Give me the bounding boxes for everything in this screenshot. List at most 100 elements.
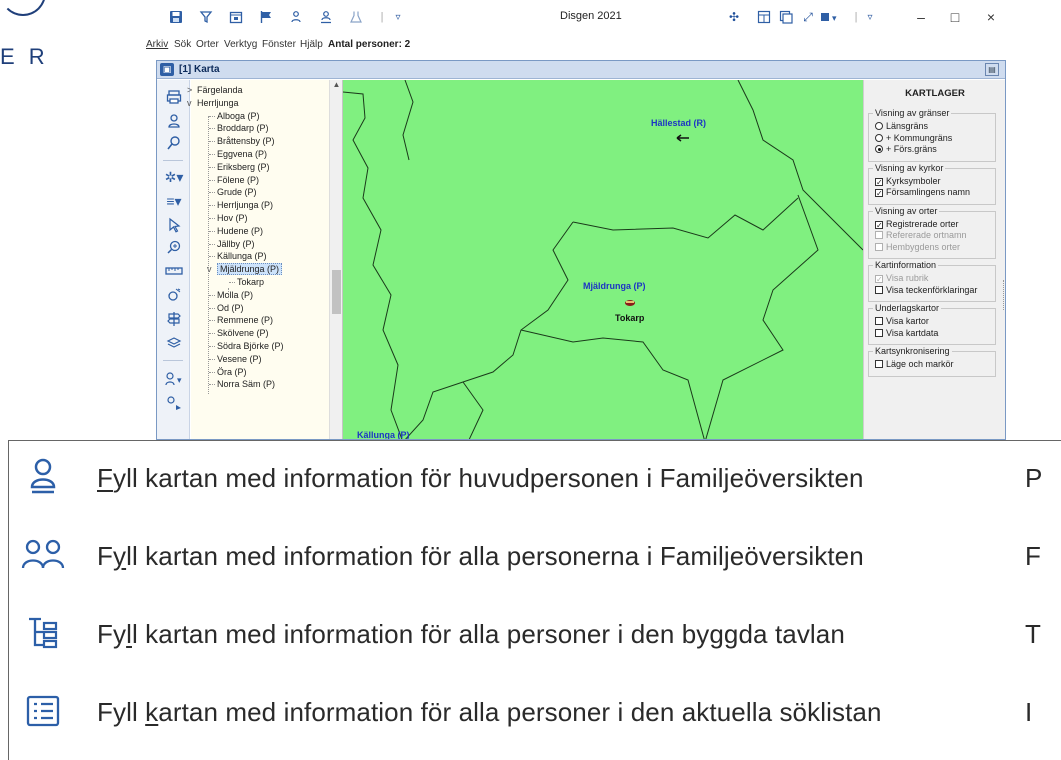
customize-chevron-icon[interactable]: ▿ (388, 8, 408, 26)
tree-item[interactable]: Vesene (P) (209, 353, 262, 365)
radio-option[interactable]: + Kommungräns (875, 133, 952, 144)
radio-option[interactable]: Länsgräns (875, 121, 928, 132)
signpost-icon[interactable] (162, 308, 186, 330)
tree-item[interactable]: Herrljunga (P) (209, 199, 273, 211)
radio-unchecked-icon[interactable] (875, 133, 883, 142)
tree-item[interactable]: Tokarp (229, 276, 264, 288)
close-button[interactable]: × (980, 7, 1002, 27)
map-label-mjaldrunga[interactable]: Mjäldrunga (P) (583, 281, 646, 291)
tree-item[interactable]: Eggvena (P) (209, 148, 267, 160)
flag-icon[interactable] (256, 8, 276, 26)
checkbox-option[interactable]: ✓ Kyrksymboler (875, 176, 941, 187)
menu-fonster[interactable]: Fönster (262, 39, 296, 50)
map-label-kallunga[interactable]: Källunga (P) (357, 430, 410, 439)
grid-dropdown-icon[interactable]: ▾ (820, 8, 840, 26)
tree-item[interactable]: Grude (P) (209, 186, 257, 198)
tree-item[interactable]: Södra Björke (P) (209, 340, 284, 352)
tree-guide-line (208, 116, 209, 394)
map-label-tokarp[interactable]: Tokarp (615, 313, 644, 323)
ruler-icon[interactable] (162, 260, 186, 282)
tree-scrollbar[interactable]: ▲ (329, 80, 343, 439)
menu-item-fill-map[interactable]: Fyll kartan med information för alla per… (9, 519, 1061, 597)
map-canvas[interactable]: Hällestad (R) Mjäldrunga (P) Tokarp Käll… (343, 80, 863, 439)
tree-item[interactable]: Molla (P) (209, 289, 253, 301)
person-up-icon[interactable] (286, 8, 306, 26)
layout-icon[interactable] (754, 8, 774, 26)
menu-hjalp[interactable]: Hjälp (300, 39, 323, 50)
menu-item-fill-map[interactable]: Fyll kartan med information för huvudper… (9, 441, 1061, 519)
tree-item[interactable]: Norra Säm (P) (209, 378, 275, 390)
tree-item[interactable]: Bråttensby (P) (209, 135, 275, 147)
search-icon[interactable] (162, 132, 186, 154)
map-label-hallestad[interactable]: Hällestad (R) (651, 118, 706, 128)
checkbox-unchecked-icon[interactable] (875, 285, 883, 294)
checkbox-unchecked-icon[interactable] (875, 328, 883, 337)
tree-item[interactable]: Öra (P) (209, 366, 247, 378)
menu-item-fill-map[interactable]: Fyll kartan med information för alla per… (9, 675, 1061, 753)
panel-splitter[interactable] (1003, 280, 1005, 310)
tree-item[interactable]: Od (P) (209, 302, 244, 314)
checkbox-unchecked-icon[interactable] (875, 317, 883, 325)
move-icon[interactable]: ✣ (724, 8, 744, 26)
tree-item[interactable]: v Herrljunga (187, 97, 239, 109)
pointer-icon[interactable] (162, 214, 186, 236)
menu-sok[interactable]: Sök (174, 39, 191, 50)
tree-item[interactable]: v Mjäldrunga (P) (207, 263, 283, 276)
checkbox-checked-icon[interactable]: ✓ (875, 177, 883, 186)
tree-item-label: Jällby (P) (217, 238, 255, 249)
radio-checked-icon[interactable] (875, 145, 883, 153)
layers-icon[interactable] (162, 332, 186, 354)
menu-lines-icon[interactable]: ≡▾ (162, 190, 186, 212)
minimize-button[interactable]: – (910, 7, 932, 27)
tree-item[interactable]: Jällby (P) (209, 238, 255, 250)
resize-icon[interactable]: ⤢ (798, 8, 818, 26)
collapsed-chevron-icon[interactable]: > (187, 84, 192, 96)
tree-item[interactable]: Hudene (P) (209, 225, 263, 237)
checkbox-option[interactable]: Visa kartdata (875, 328, 938, 339)
place-pin-icon[interactable] (162, 284, 186, 306)
checkbox-checked-icon[interactable]: ✓ (875, 220, 883, 229)
checkbox-option[interactable]: Visa teckenförklaringar (875, 285, 977, 296)
menu-verktyg[interactable]: Verktyg (224, 39, 257, 50)
print-icon[interactable] (162, 86, 186, 108)
scroll-up-arrow-icon[interactable]: ▲ (330, 80, 343, 92)
person-icon[interactable] (162, 110, 186, 132)
checkbox-option[interactable]: ✓ Församlingens namn (875, 187, 970, 198)
tree-item[interactable]: Broddarp (P) (209, 122, 269, 134)
tree-item[interactable]: Skölvene (P) (209, 327, 269, 339)
calendar-icon[interactable] (226, 8, 246, 26)
checkbox-option[interactable]: ✓ Registrerade orter (875, 219, 959, 230)
tree-item[interactable]: Remmene (P) (209, 314, 273, 326)
expanded-chevron-icon[interactable]: v (187, 97, 192, 109)
checkbox-option[interactable]: Läge och markör (875, 359, 954, 370)
customize-chevron-icon[interactable]: ▿ (860, 8, 880, 26)
tree-item[interactable]: Fölene (P) (209, 174, 259, 186)
window-list-icon[interactable] (776, 8, 796, 26)
person-pin-icon[interactable] (316, 8, 336, 26)
scroll-thumb[interactable] (332, 270, 341, 314)
restore-button[interactable]: ▤ (985, 63, 999, 76)
tree-item[interactable]: Källunga (P) (209, 250, 267, 262)
menu-arkiv[interactable]: Arkiv (146, 39, 168, 50)
menu-orter[interactable]: Orter (196, 39, 219, 50)
tree-item[interactable]: > Färgelanda (187, 84, 243, 96)
funnel-icon[interactable] (196, 8, 216, 26)
checkbox-unchecked-icon[interactable] (875, 360, 883, 368)
radio-unchecked-icon[interactable] (875, 122, 883, 130)
checkbox-checked-icon[interactable]: ✓ (875, 189, 883, 198)
radio-option[interactable]: + Förs.gräns (875, 144, 937, 155)
disk-icon[interactable] (166, 8, 186, 26)
person-map-icon[interactable] (162, 392, 186, 414)
zoom-in-icon[interactable] (162, 236, 186, 258)
maximize-button[interactable]: □ (944, 7, 966, 27)
checkbox-option[interactable]: Visa kartor (875, 316, 929, 327)
tree-item[interactable]: Alboga (P) (209, 110, 260, 122)
label-prefix: Fy (97, 619, 127, 649)
menu-item-fill-map[interactable]: Fyll kartan med information för alla per… (9, 597, 1061, 675)
tree-item[interactable]: Hov (P) (209, 212, 248, 224)
gear-dropdown-icon[interactable]: ✲▾ (162, 166, 186, 188)
person-dropdown-icon[interactable]: ▾ (162, 368, 186, 390)
tree-item-label: Färgelanda (197, 85, 243, 95)
flask-icon[interactable] (346, 8, 366, 26)
tree-item[interactable]: Eriksberg (P) (209, 161, 270, 173)
